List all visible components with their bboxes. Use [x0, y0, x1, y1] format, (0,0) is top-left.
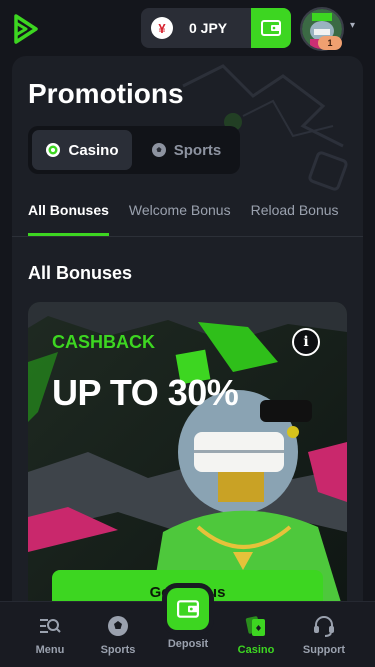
section-title: All Bonuses	[28, 263, 133, 283]
soccer-ball-icon	[151, 143, 166, 157]
info-icon[interactable]: i	[292, 328, 320, 356]
wallet-button[interactable]	[251, 8, 291, 48]
nav-label-deposit[interactable]: Deposit	[158, 638, 218, 650]
wallet-icon	[261, 20, 281, 36]
tab-reload-bonus[interactable]: Reload Bonus	[251, 200, 339, 236]
nav-sports[interactable]: Sports	[88, 614, 148, 656]
nav-label: Casino	[237, 644, 275, 656]
chevron-down-icon[interactable]: ▾	[350, 20, 355, 31]
nav-label: Menu	[35, 644, 65, 656]
segment-sports[interactable]: Sports	[136, 130, 236, 170]
tabs-divider	[12, 236, 363, 237]
nav-casino[interactable]: Casino	[226, 614, 286, 656]
bonus-tabs: All Bonuses Welcome Bonus Reload Bonus	[28, 200, 363, 236]
wallet-icon	[177, 600, 199, 618]
promotions-panel: Promotions Casino Sports All Bonuses Wel…	[12, 56, 363, 616]
headset-icon	[314, 616, 334, 637]
tab-welcome-bonus[interactable]: Welcome Bonus	[129, 200, 231, 236]
cards-icon	[245, 616, 265, 636]
top-bar: ¥ 0 JPY 1 ▾	[0, 0, 375, 56]
balance-amount: 0 JPY	[189, 20, 228, 36]
nav-support[interactable]: Support	[294, 614, 354, 656]
segment-casino[interactable]: Casino	[32, 130, 132, 170]
nav-label: Sports	[100, 644, 136, 656]
soccer-ball-icon	[108, 616, 128, 636]
brand-logo-icon[interactable]	[12, 14, 40, 44]
deposit-button[interactable]	[167, 588, 209, 630]
tab-all-bonuses[interactable]: All Bonuses	[28, 200, 109, 236]
bottom-nav: Menu Sports Deposit Casino Support	[0, 588, 375, 667]
promo-category: CASHBACK	[52, 332, 155, 352]
wallet-balance[interactable]: ¥ 0 JPY	[141, 8, 291, 48]
menu-search-icon	[40, 619, 61, 633]
level-badge: 1	[318, 36, 342, 50]
nav-menu[interactable]: Menu	[20, 614, 80, 656]
segment-label: Sports	[173, 141, 222, 159]
nav-label: Support	[302, 644, 346, 656]
segment-label: Casino	[68, 141, 119, 159]
page-title: Promotions	[28, 78, 184, 109]
promo-card[interactable]: CASHBACK UP TO 30% i Get Bonus	[28, 302, 347, 616]
yen-icon: ¥	[151, 17, 173, 39]
category-switcher: Casino Sports	[28, 126, 240, 174]
promo-headline: UP TO 30%	[52, 372, 239, 413]
casino-chip-icon	[46, 143, 61, 157]
